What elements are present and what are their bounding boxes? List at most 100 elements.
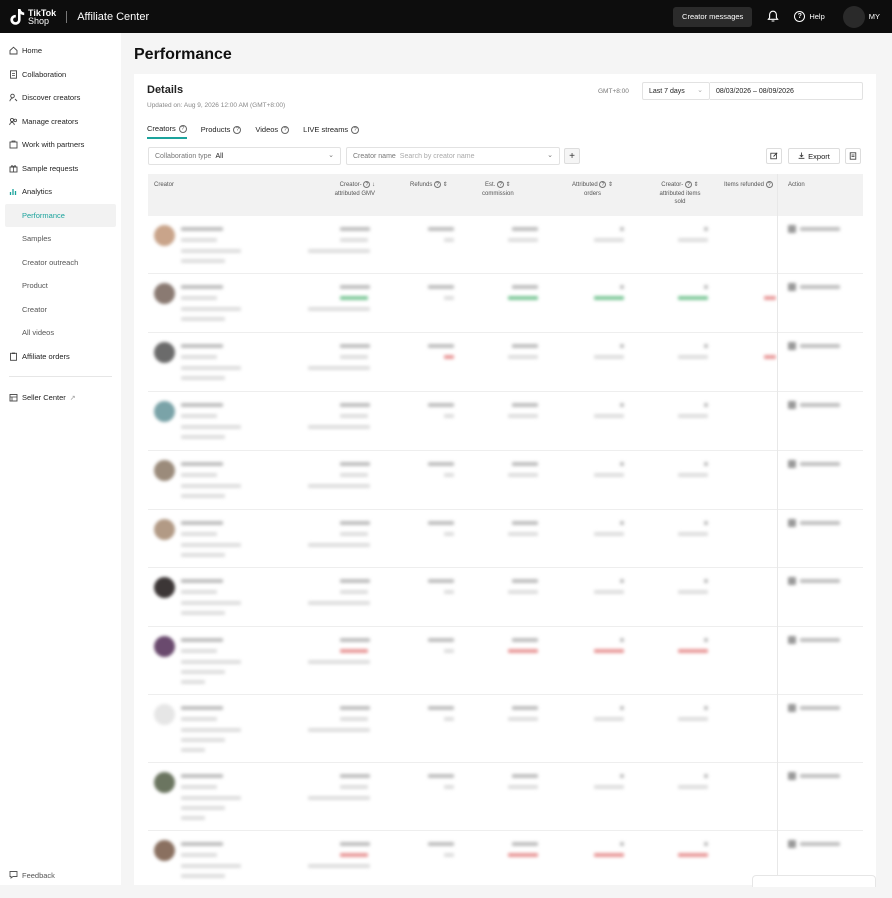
table-row[interactable]: [148, 451, 863, 510]
date-range-text: 08/03/2026 – 08/09/2026: [716, 87, 794, 95]
sidebar-item-sample-requests[interactable]: Sample requests: [0, 157, 121, 181]
header-refunds[interactable]: Refunds ? ⇕: [410, 181, 448, 190]
edit-columns-icon[interactable]: [766, 148, 782, 164]
header-items-refunded[interactable]: Items refunded ?: [724, 181, 782, 190]
creator-avatar[interactable]: [154, 704, 175, 725]
date-range-select[interactable]: Last 7 days ⌄: [642, 82, 710, 100]
sort-icon[interactable]: ⇕: [506, 182, 511, 188]
creator-avatar[interactable]: [154, 577, 175, 598]
tab-creators[interactable]: Creators?: [147, 124, 187, 139]
sidebar-item-discover-creators[interactable]: Discover creators: [0, 86, 121, 110]
creator-avatar[interactable]: [154, 519, 175, 540]
question-icon[interactable]: ?: [363, 181, 371, 188]
placeholder-text: [678, 717, 708, 721]
sidebar-item-seller-center[interactable]: Seller Center ↗: [0, 386, 121, 410]
bell-icon[interactable]: [764, 8, 782, 26]
table-row[interactable]: [148, 627, 863, 695]
sort-icon[interactable]: ⇕: [443, 182, 448, 188]
table-row[interactable]: [148, 763, 863, 831]
page-title: Performance: [134, 46, 232, 63]
sidebar-item-performance[interactable]: Performance: [5, 203, 116, 227]
creator-avatar[interactable]: [154, 225, 175, 246]
table-row[interactable]: [148, 392, 863, 451]
creator-name-search[interactable]: Creator name ⌄: [346, 147, 560, 165]
view-details-action[interactable]: [788, 840, 840, 848]
table-row[interactable]: [148, 274, 863, 333]
help-link[interactable]: ? Help: [794, 11, 825, 22]
export-button[interactable]: Export: [788, 148, 840, 164]
header-attributed-items[interactable]: Creator- ? ⇕ attributed items sold: [638, 181, 722, 207]
question-icon[interactable]: ?: [281, 125, 290, 134]
view-details-action[interactable]: [788, 283, 840, 291]
view-details-action[interactable]: [788, 460, 840, 468]
creator-avatar[interactable]: [154, 772, 175, 793]
collaboration-type-select[interactable]: Collaboration type All ⌄: [148, 147, 341, 165]
sidebar-item-creator[interactable]: Creator: [0, 298, 121, 322]
sort-desc-icon[interactable]: ↓: [372, 182, 375, 188]
placeholder-text: [620, 706, 624, 710]
report-icon[interactable]: [845, 148, 861, 164]
view-details-action[interactable]: [788, 519, 840, 527]
question-icon[interactable]: ?: [351, 125, 360, 134]
view-details-action[interactable]: [788, 401, 840, 409]
view-details-action[interactable]: [788, 636, 840, 644]
view-details-action[interactable]: [788, 342, 840, 350]
table-row[interactable]: [148, 510, 863, 568]
table-row[interactable]: [148, 333, 863, 392]
sidebar-item-affiliate-orders[interactable]: Affiliate orders: [0, 345, 121, 369]
tab-products[interactable]: Products?: [201, 124, 242, 139]
tiktok-shop-logo[interactable]: TikTok Shop: [9, 8, 56, 26]
question-icon[interactable]: ?: [497, 181, 504, 188]
question-icon[interactable]: ?: [434, 181, 442, 188]
table-row[interactable]: [148, 216, 863, 274]
sidebar-item-all-videos[interactable]: All videos: [0, 321, 121, 345]
tab-live-streams[interactable]: LIVE streams?: [303, 124, 360, 139]
creator-avatar[interactable]: [154, 401, 175, 422]
sidebar-item-work-with-partners[interactable]: Work with partners: [0, 133, 121, 157]
sidebar-item-samples[interactable]: Samples: [0, 227, 121, 251]
placeholder-text: [620, 403, 624, 407]
creator-avatar[interactable]: [154, 840, 175, 861]
placeholder-text: [181, 706, 223, 710]
table-row[interactable]: [148, 568, 863, 627]
sidebar-item-creator-outreach[interactable]: Creator outreach: [0, 251, 121, 275]
floating-widget[interactable]: [752, 875, 876, 887]
question-icon[interactable]: ?: [765, 181, 773, 188]
creator-avatar[interactable]: [154, 636, 175, 657]
view-details-action[interactable]: [788, 772, 840, 780]
sort-icon[interactable]: ⇕: [608, 182, 613, 188]
date-range-picker[interactable]: 08/03/2026 – 08/09/2026: [710, 82, 863, 100]
sidebar-item-product[interactable]: Product: [0, 274, 121, 298]
sort-icon[interactable]: ⇕: [694, 182, 699, 188]
view-details-action[interactable]: [788, 704, 840, 712]
tab-videos[interactable]: Videos?: [255, 124, 290, 139]
add-filter-button[interactable]: +: [564, 148, 580, 164]
user-initials[interactable]: MY: [869, 12, 880, 21]
placeholder-text: [308, 484, 370, 488]
sidebar-item-collaboration[interactable]: Collaboration: [0, 63, 121, 87]
feedback-link[interactable]: Feedback: [9, 870, 55, 881]
sidebar-item-manage-creators[interactable]: Manage creators: [0, 110, 121, 134]
question-icon[interactable]: ?: [599, 181, 607, 188]
creator-avatar[interactable]: [154, 460, 175, 481]
creator-avatar[interactable]: [154, 342, 175, 363]
placeholder-text: [678, 785, 708, 789]
header-creator-gmv[interactable]: Creator- ? ↓ attributed GMV: [303, 181, 375, 198]
view-details-action[interactable]: [788, 225, 840, 233]
question-icon[interactable]: ?: [233, 125, 242, 134]
table-row[interactable]: [148, 695, 863, 763]
view-details-action[interactable]: [788, 577, 840, 585]
creator-messages-button[interactable]: Creator messages: [673, 6, 753, 27]
question-icon[interactable]: ?: [684, 181, 692, 188]
placeholder-text: [428, 774, 454, 778]
sidebar-item-analytics[interactable]: Analytics: [0, 180, 121, 204]
creator-search-input[interactable]: [399, 152, 530, 160]
user-avatar[interactable]: [842, 5, 865, 28]
header-est-commission[interactable]: Est. ? ⇕ commission: [482, 181, 514, 198]
clipboard-icon: [9, 352, 18, 361]
creator-avatar[interactable]: [154, 283, 175, 304]
question-icon[interactable]: ?: [178, 124, 187, 133]
header-attributed-orders[interactable]: Attributed ? ⇕ orders: [572, 181, 613, 198]
sidebar-item-home[interactable]: Home: [0, 39, 121, 63]
export-label: Export: [808, 151, 830, 161]
